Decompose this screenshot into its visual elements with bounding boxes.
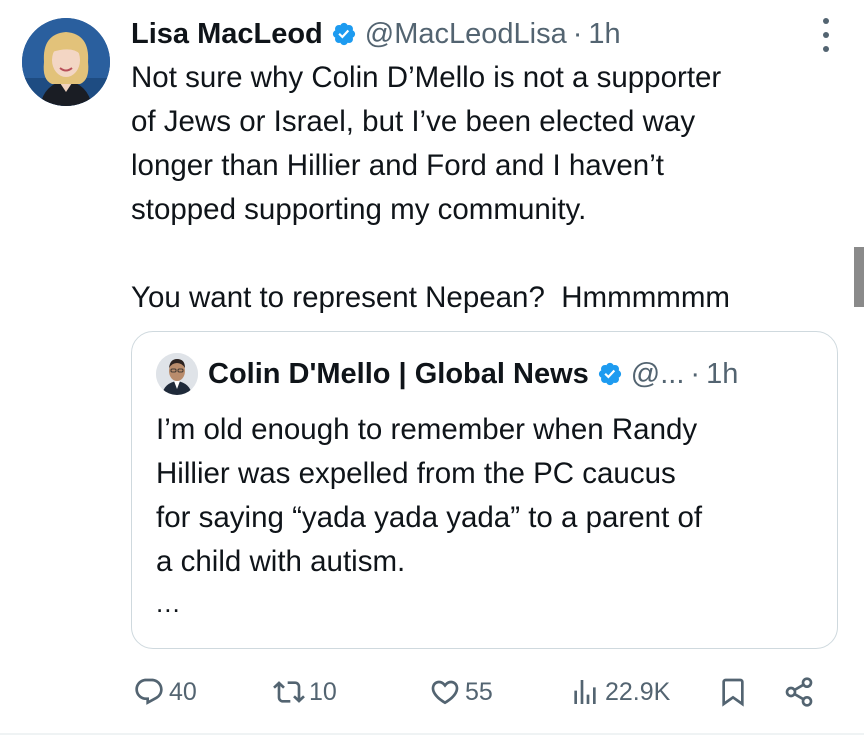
retweet-button[interactable]: 10: [273, 670, 337, 714]
quote-author-avatar: [156, 353, 198, 395]
view-count: 22.9K: [605, 677, 671, 706]
author-avatar[interactable]: [22, 18, 110, 106]
quote-author-handle: @...: [630, 357, 685, 390]
quoted-tweet[interactable]: Colin D'Mello | Global News @... · 1h I’…: [131, 331, 838, 649]
retweet-icon: [273, 681, 305, 703]
scrollbar[interactable]: [854, 247, 864, 307]
retweet-count: 10: [309, 677, 337, 706]
share-icon: [785, 677, 813, 707]
divider: [0, 733, 864, 735]
author-handle[interactable]: @MacLeodLisa: [365, 18, 567, 51]
views-icon: [574, 680, 596, 704]
reply-button[interactable]: 40: [133, 670, 197, 714]
tweet-text: Not sure why Colin D’Mello is not a supp…: [131, 61, 730, 314]
like-button[interactable]: 55: [429, 670, 493, 714]
verified-badge-icon: [597, 361, 623, 387]
quote-text: I’m old enough to remember when Randy Hi…: [156, 413, 703, 578]
quote-author-name: Colin D'Mello | Global News: [208, 357, 589, 390]
views-button[interactable]: 22.9K: [569, 670, 670, 714]
like-icon: [431, 680, 459, 705]
bookmark-button[interactable]: [717, 670, 749, 714]
tweet-header: Lisa MacLeod @MacLeodLisa · 1h: [131, 14, 824, 54]
author-name[interactable]: Lisa MacLeod: [131, 18, 323, 51]
quote-header: Colin D'Mello | Global News @... · 1h: [156, 352, 817, 396]
verified-badge-icon[interactable]: [331, 21, 357, 47]
share-button[interactable]: [783, 670, 815, 714]
reply-count: 40: [169, 677, 197, 706]
quote-separator: ·: [690, 357, 701, 390]
more-icon[interactable]: [818, 18, 834, 52]
action-bar: 40 10 55 22.9K: [133, 670, 824, 714]
tweet-time[interactable]: 1h: [588, 18, 620, 51]
like-count: 55: [465, 677, 493, 706]
reply-icon: [135, 678, 163, 705]
header-separator: ·: [572, 17, 583, 50]
quote-time: 1h: [706, 357, 739, 390]
quote-more-indicator: ...: [156, 588, 181, 618]
bookmark-icon: [722, 678, 744, 707]
